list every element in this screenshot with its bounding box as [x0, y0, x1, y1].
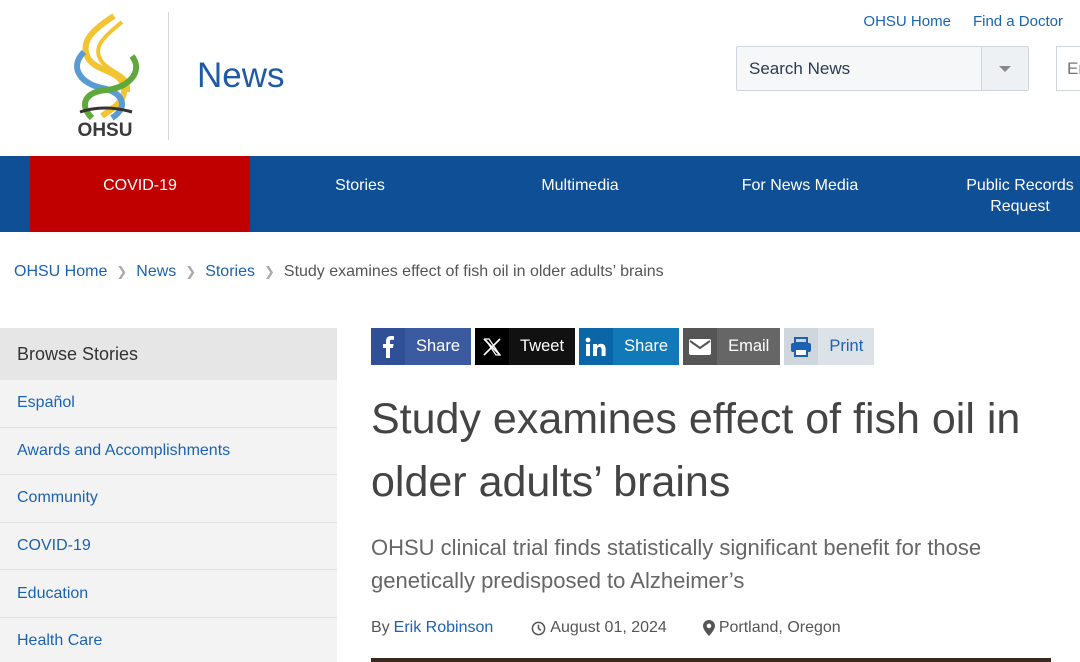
print-button[interactable]: Print [784, 328, 875, 365]
browse-stories-sidebar: Browse Stories Español Awards and Accomp… [0, 328, 337, 662]
site-title[interactable]: News [197, 56, 285, 96]
location-text: Portland, Oregon [718, 619, 841, 636]
search-scope-select[interactable]: Search News [736, 46, 1029, 91]
article-subhead: OHSU clinical trial finds statistically … [371, 535, 982, 593]
byline-prefix: By [371, 619, 390, 636]
chevron-down-icon [981, 47, 1028, 90]
site-header: OHSU News OHSU Home Find a Doctor Search… [0, 0, 1080, 156]
linkedin-share-label: Share [613, 328, 680, 365]
facebook-share-label: Share [405, 328, 472, 365]
publish-date-text: August 01, 2024 [550, 619, 667, 636]
linkedin-share-button[interactable]: Share [579, 328, 680, 365]
nav-item-covid-19[interactable]: COVID-19 [30, 156, 250, 232]
x-tweet-label: Tweet [509, 328, 576, 365]
email-share-label: Email [717, 328, 781, 365]
x-icon [475, 328, 510, 365]
share-bar: Share Tweet Share Email Print [371, 328, 875, 365]
sidebar-item-espanol[interactable]: Español [0, 380, 337, 428]
sidebar-item-awards[interactable]: Awards and Accomplishments [0, 428, 337, 476]
header-divider [168, 12, 169, 140]
search-scope-label: Search News [749, 58, 851, 78]
chevron-right-icon: ❯ [116, 264, 128, 279]
nav-item-public-records[interactable]: Public Records Request [910, 156, 1080, 232]
utility-links: OHSU Home Find a Doctor [863, 13, 1063, 30]
author-link[interactable]: Erik Robinson [394, 619, 494, 637]
breadcrumb-ohsu-home[interactable]: OHSU Home [14, 263, 107, 281]
breadcrumb-news[interactable]: News [136, 263, 176, 281]
chevron-right-icon: ❯ [185, 264, 197, 279]
chevron-right-icon: ❯ [263, 264, 275, 279]
map-marker-icon [702, 620, 715, 636]
x-tweet-button[interactable]: Tweet [475, 328, 576, 365]
util-link-find-doctor[interactable]: Find a Doctor [973, 13, 1063, 30]
printer-icon [784, 328, 819, 365]
breadcrumb-stories[interactable]: Stories [205, 263, 255, 281]
search-input[interactable] [1056, 46, 1080, 91]
ohsu-logo[interactable]: OHSU [62, 12, 148, 140]
article-byline: By Erik Robinson August 01, 2024 Portlan… [371, 619, 841, 637]
clock-icon [531, 621, 546, 635]
print-label: Print [818, 328, 875, 365]
logo-text: OHSU [78, 120, 133, 140]
location: Portland, Oregon [702, 619, 841, 637]
article-hero-image [371, 658, 1051, 662]
sidebar-item-community[interactable]: Community [0, 475, 337, 523]
publish-date: August 01, 2024 [531, 619, 667, 637]
article-headline: Study examines effect of fish oil in old… [371, 395, 1021, 506]
sidebar-list: Español Awards and Accomplishments Commu… [0, 380, 337, 662]
linkedin-icon [579, 328, 614, 365]
envelope-icon [683, 328, 718, 365]
facebook-share-button[interactable]: Share [371, 328, 472, 365]
sidebar-item-education[interactable]: Education [0, 570, 337, 618]
sidebar-item-health-care[interactable]: Health Care [0, 618, 337, 662]
nav-item-for-news-media[interactable]: For News Media [690, 156, 910, 232]
sidebar-heading: Browse Stories [0, 328, 337, 380]
util-link-ohsu-home[interactable]: OHSU Home [863, 13, 951, 30]
nav-item-public-records-label: Public Records Request [966, 177, 1074, 215]
email-share-button[interactable]: Email [683, 328, 781, 365]
breadcrumb-current: Study examines effect of fish oil in old… [283, 263, 664, 280]
breadcrumb: OHSU Home ❯ News ❯ Stories ❯ Study exami… [14, 263, 664, 281]
main-nav: COVID-19 Stories Multimedia For News Med… [0, 156, 1080, 232]
facebook-icon [371, 328, 405, 365]
nav-item-multimedia[interactable]: Multimedia [470, 156, 690, 232]
sidebar-item-covid-19[interactable]: COVID-19 [0, 523, 337, 571]
nav-item-stories[interactable]: Stories [250, 156, 470, 232]
